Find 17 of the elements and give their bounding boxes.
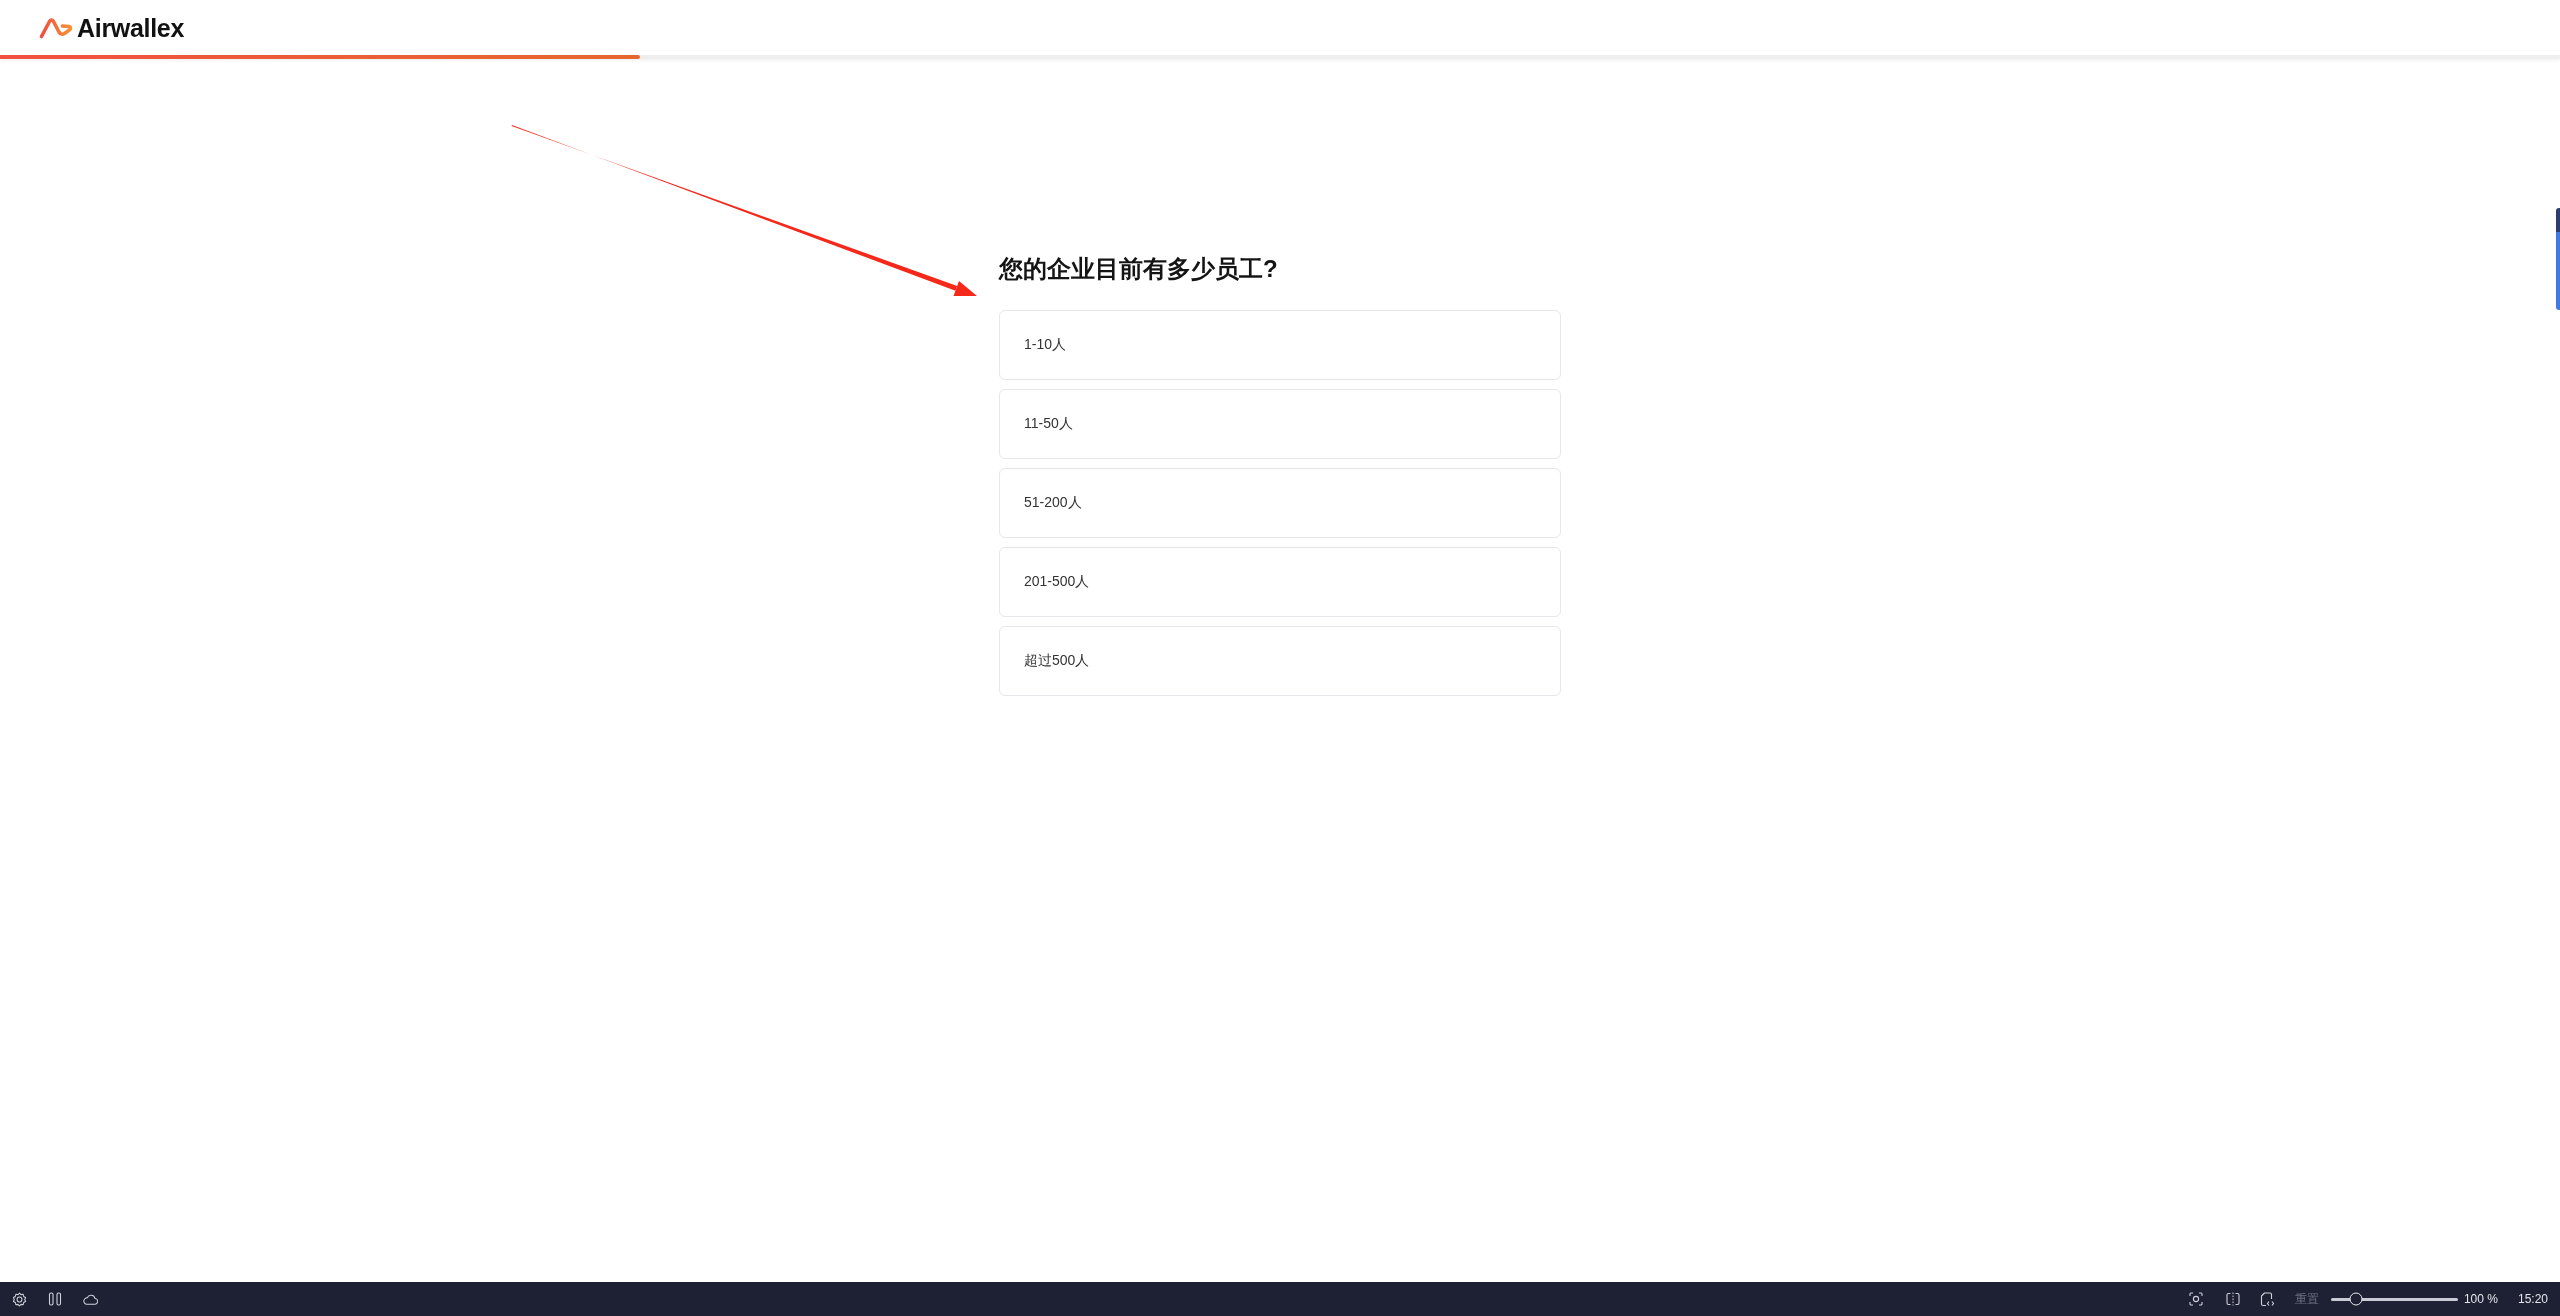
scan-icon[interactable]	[2188, 1292, 2203, 1306]
option-button[interactable]: 超过500人	[999, 626, 1561, 696]
code-file-icon[interactable]	[2259, 1291, 2275, 1307]
option-button[interactable]: 201-500人	[999, 547, 1561, 617]
question-title: 您的企业目前有多少员工?	[999, 254, 1279, 284]
zoom-reading: 100 %	[2463, 1292, 2498, 1306]
option-button[interactable]: 11-50人	[999, 389, 1561, 459]
pause-icon[interactable]	[48, 1292, 62, 1306]
option-button[interactable]: 1-10人	[999, 310, 1561, 380]
option-button[interactable]: 51-200人	[999, 468, 1561, 538]
clock-time: 15:20	[2517, 1292, 2548, 1306]
split-view-icon[interactable]	[2225, 1292, 2240, 1306]
slider-handle[interactable]	[2349, 1292, 2363, 1306]
side-tab[interactable]	[2556, 208, 2560, 310]
logo-wordmark: Airwallex	[77, 13, 185, 42]
logo-icon	[39, 16, 73, 39]
gear-icon[interactable]	[12, 1291, 27, 1307]
